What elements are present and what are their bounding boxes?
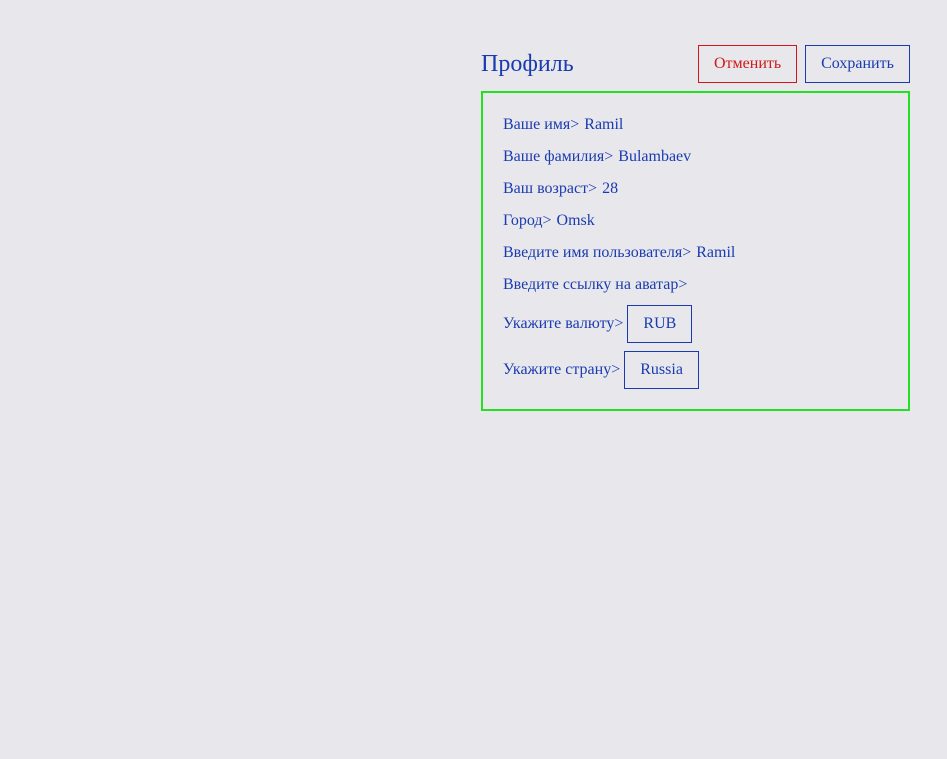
city-row[interactable]: Город> Omsk: [503, 211, 595, 231]
page-title: Профиль: [481, 51, 574, 77]
username-value[interactable]: Ramil: [696, 244, 735, 261]
country-row: Укажите страну> Russia: [503, 351, 699, 390]
avatar-row[interactable]: Введите ссылку на аватар>: [503, 275, 692, 295]
last-name-value[interactable]: Bulambaev: [618, 148, 691, 165]
city-label: Город>: [503, 212, 552, 229]
country-label: Укажите страну>: [503, 361, 621, 378]
country-select[interactable]: Russia: [624, 351, 699, 390]
profile-header: Профиль Отменить Сохранить: [481, 45, 910, 83]
username-label: Введите имя пользователя>: [503, 244, 692, 261]
avatar-label: Введите ссылку на аватар>: [503, 276, 688, 293]
age-value[interactable]: 28: [602, 180, 618, 197]
profile-card: Ваше имя> Ramil Ваше фамилия> Bulambaev Ва…: [481, 91, 910, 411]
first-name-value[interactable]: Ramil: [584, 116, 623, 133]
last-name-row[interactable]: Ваше фамилия> Bulambaev: [503, 147, 691, 167]
city-value[interactable]: Omsk: [557, 212, 595, 229]
currency-label: Укажите валюту>: [503, 315, 624, 332]
cancel-button[interactable]: Отменить: [698, 45, 797, 83]
currency-row: Укажите валюту> RUB: [503, 305, 693, 344]
age-label: Ваш возраст>: [503, 180, 598, 197]
currency-select[interactable]: RUB: [627, 305, 693, 344]
username-row[interactable]: Введите имя пользователя> Ramil: [503, 243, 735, 263]
first-name-row[interactable]: Ваше имя> Ramil: [503, 115, 623, 135]
age-row[interactable]: Ваш возраст> 28: [503, 179, 618, 199]
first-name-label: Ваше имя>: [503, 116, 580, 133]
save-button[interactable]: Сохранить: [805, 45, 910, 83]
last-name-label: Ваше фамилия>: [503, 148, 614, 165]
